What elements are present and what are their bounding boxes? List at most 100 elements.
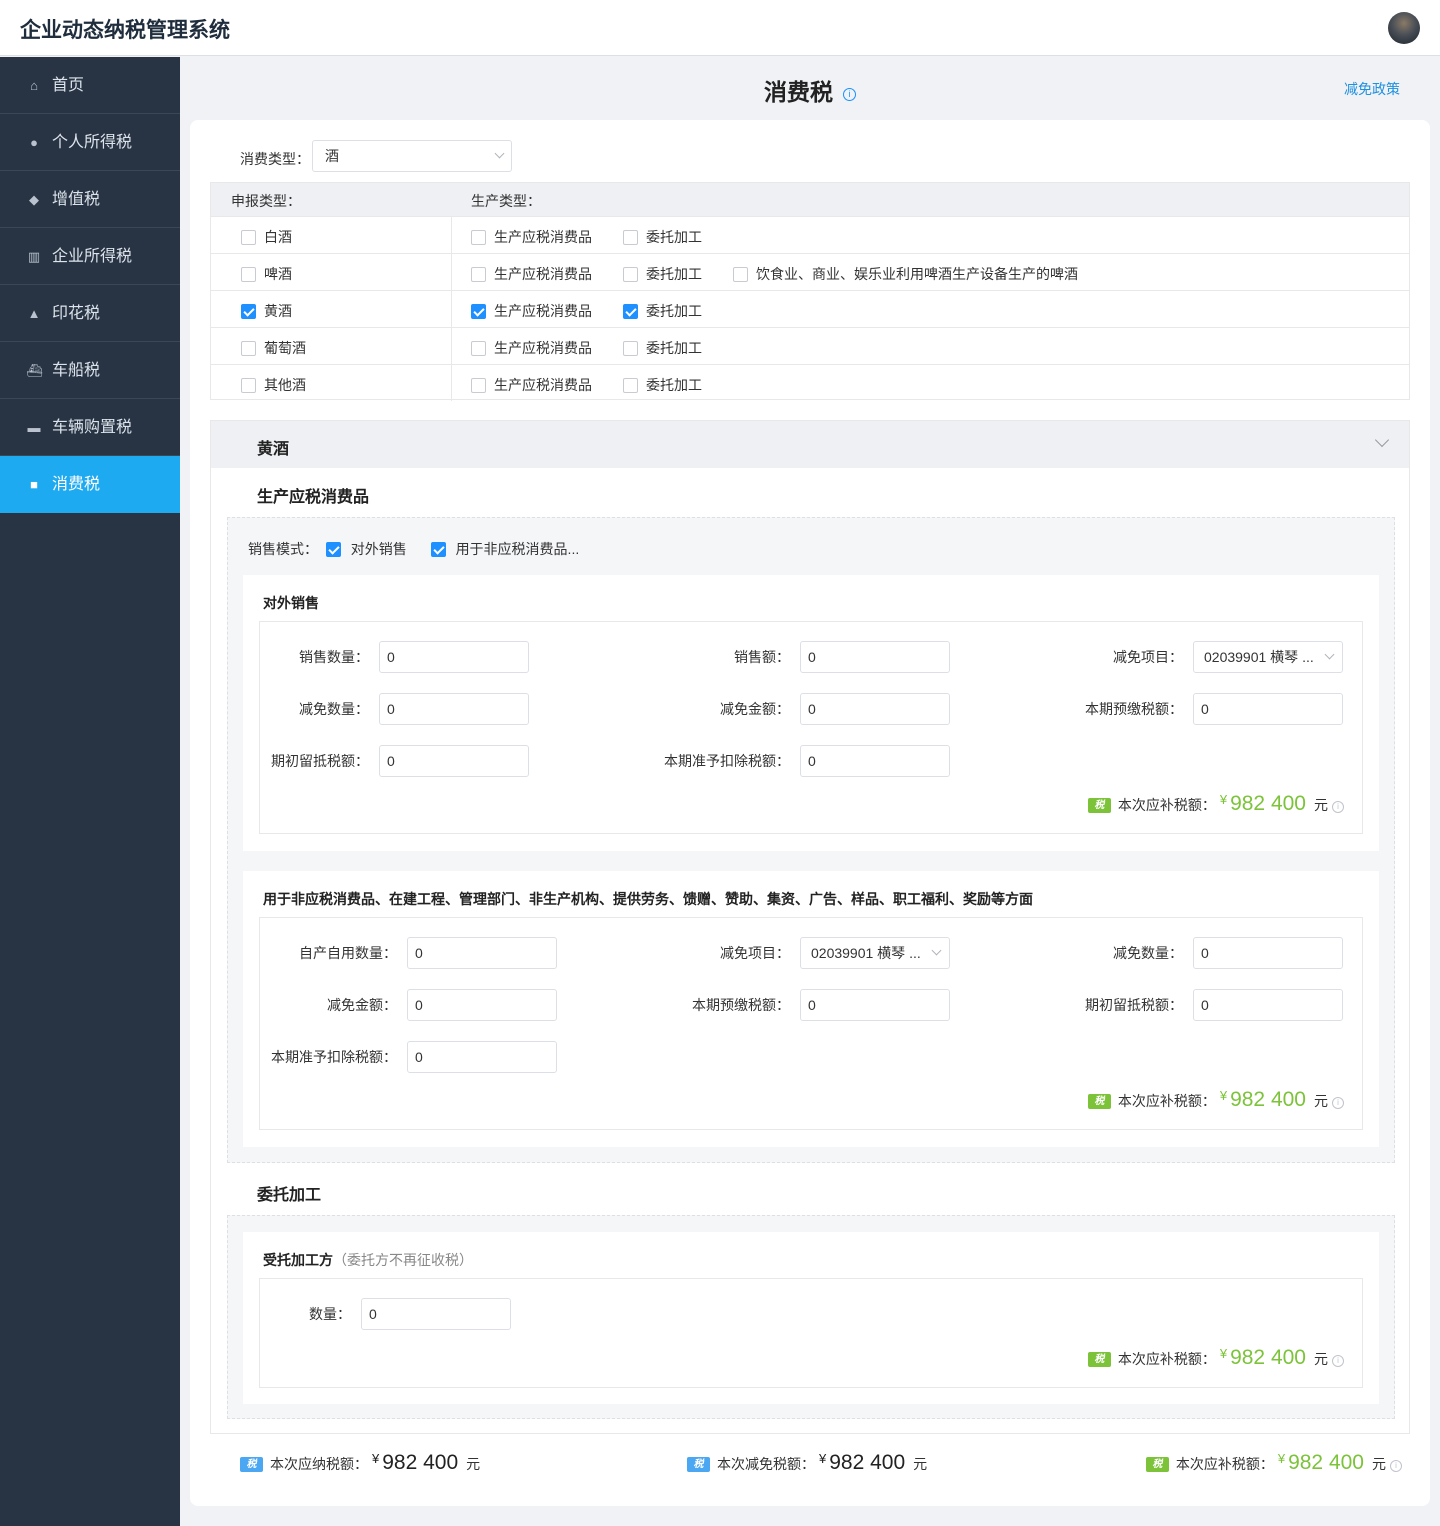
header-production-type: 生产类型： — [471, 193, 541, 209]
sidebar-item-label: 车辆购置税 — [52, 419, 133, 436]
result-unit: 元 — [1314, 1093, 1328, 1109]
production-type-checkbox[interactable] — [623, 304, 638, 319]
sales-amount-input[interactable] — [800, 641, 950, 673]
tax-badge-icon: 税 — [687, 1457, 710, 1472]
mode-external-checkbox[interactable] — [325, 542, 341, 557]
amount-value: 982 400 — [1230, 1088, 1306, 1111]
production-type-option[interactable]: 生产应税消费品 — [471, 301, 592, 321]
entrusted-box: 受托加工方（委托方不再征收税） 数量： 税本次应补税额：¥982 400 元i — [227, 1215, 1395, 1419]
consumption-type-select[interactable]: 酒 — [312, 140, 512, 172]
production-type-option[interactable]: 委托加工 — [623, 301, 702, 321]
info-icon[interactable]: i — [1332, 1097, 1344, 1109]
prepaid-input[interactable] — [800, 989, 950, 1021]
summary-label: 本次应纳税额： — [270, 1456, 368, 1472]
declaration-type-option[interactable]: 其他酒 — [241, 375, 306, 395]
user-icon: ● — [30, 135, 38, 150]
exempt-item-select[interactable]: 02039901 横琴 ... — [1193, 641, 1343, 673]
result-label: 本次应补税额： — [1117, 1351, 1216, 1367]
tax-badge-icon: 税 — [1087, 1352, 1111, 1367]
production-type-option[interactable]: 生产应税消费品 — [471, 375, 592, 395]
declaration-type-checkbox[interactable] — [241, 304, 256, 319]
currency-symbol: ¥ — [1219, 1088, 1228, 1103]
policy-link[interactable]: 减免政策 — [1344, 79, 1400, 99]
summary-label: 本次应补税额： — [1175, 1456, 1274, 1472]
production-type-checkbox[interactable] — [471, 230, 486, 245]
declaration-type-option[interactable]: 葡萄酒 — [241, 338, 306, 358]
opening-credit-input[interactable] — [379, 745, 529, 777]
table-header: 申报类型： 生产类型： — [211, 183, 1409, 216]
declaration-type-option[interactable]: 黄酒 — [241, 301, 292, 321]
sidebar-item-stamp-tax[interactable]: ▲ 印花税 — [0, 285, 180, 342]
wine-section-header[interactable]: 黄酒 — [211, 421, 1409, 468]
declaration-type-checkbox[interactable] — [241, 267, 256, 282]
production-type-label: 委托加工 — [646, 229, 702, 245]
exempt-amount-input[interactable] — [800, 693, 950, 725]
internal-result: 税本次应补税额： ¥982 400 元 i — [1087, 1088, 1344, 1118]
self-use-qty-input[interactable] — [407, 937, 557, 969]
consumption-type-value: 酒 — [325, 148, 339, 164]
table-row: 白酒 生产应税消费品 委托加工 — [211, 216, 1409, 253]
production-type-checkbox[interactable] — [471, 304, 486, 319]
production-type-option[interactable]: 委托加工 — [623, 264, 702, 284]
declaration-type-checkbox[interactable] — [241, 341, 256, 356]
declaration-type-checkbox[interactable] — [241, 378, 256, 393]
result-amount: ¥982 400 — [1220, 792, 1306, 815]
consumption-type-label: 消费类型： — [240, 151, 310, 167]
production-type-option[interactable]: 委托加工 — [623, 338, 702, 358]
production-type-checkbox[interactable] — [623, 267, 638, 282]
production-type-option[interactable]: 委托加工 — [623, 375, 702, 395]
mode-external-label: 对外销售 — [350, 541, 407, 557]
tax-badge-icon: 税 — [1087, 798, 1111, 813]
sidebar-item-vat[interactable]: ◆ 增值税 — [0, 171, 180, 228]
info-icon[interactable]: i — [1390, 1460, 1402, 1472]
exempt-qty-input[interactable] — [1193, 937, 1343, 969]
production-type-checkbox[interactable] — [471, 341, 486, 356]
deductible-input[interactable] — [407, 1041, 557, 1073]
prepaid-input[interactable] — [1193, 693, 1343, 725]
production-type-checkbox[interactable] — [471, 267, 486, 282]
entrusted-subtitle: 委托加工 — [257, 1187, 322, 1204]
sidebar-item-home[interactable]: ⌂ 首页 — [0, 57, 180, 114]
sidebar-item-vehicle-purchase-tax[interactable]: ▬ 车辆购置税 — [0, 399, 180, 456]
qty-input[interactable] — [361, 1298, 511, 1330]
opening-credit-input[interactable] — [1193, 989, 1343, 1021]
sidebar-item-consumption-tax[interactable]: ■ 消费税 — [0, 456, 180, 513]
mode-internal-label: 用于非应税消费品... — [455, 541, 580, 557]
production-type-checkbox[interactable] — [623, 378, 638, 393]
production-type-checkbox[interactable] — [471, 378, 486, 393]
sidebar-item-corporate-income-tax[interactable]: ▥ 企业所得税 — [0, 228, 180, 285]
summary-unit: 元 — [913, 1456, 928, 1472]
production-type-checkbox[interactable] — [733, 267, 748, 282]
sales-qty-input[interactable] — [379, 641, 529, 673]
sidebar-item-personal-income-tax[interactable]: ● 个人所得税 — [0, 114, 180, 171]
declaration-type-option[interactable]: 白酒 — [241, 227, 292, 247]
sidebar-item-vehicle-vessel-tax[interactable]: ⛴ 车船税 — [0, 342, 180, 399]
exempt-qty-input[interactable] — [379, 693, 529, 725]
info-icon[interactable]: i — [1332, 801, 1344, 813]
production-type-checkbox[interactable] — [623, 341, 638, 356]
production-type-option[interactable]: 生产应税消费品 — [471, 264, 592, 284]
exempt-item-value: 02039901 横琴 ... — [1204, 649, 1314, 665]
declaration-type-option[interactable]: 啤酒 — [241, 264, 292, 284]
production-type-checkbox[interactable] — [623, 230, 638, 245]
info-icon[interactable]: i — [1332, 1355, 1344, 1367]
exempt-item-value: 02039901 横琴 ... — [811, 945, 921, 961]
exempt-item-select[interactable]: 02039901 横琴 ... — [800, 937, 950, 969]
result-amount: ¥982 400 — [1220, 1346, 1306, 1369]
user-avatar[interactable] — [1388, 12, 1420, 44]
production-type-option[interactable]: 委托加工 — [623, 227, 702, 247]
info-icon[interactable]: i — [843, 88, 856, 101]
diamond-icon: ◆ — [29, 192, 39, 207]
exempt-amount-input[interactable] — [407, 989, 557, 1021]
mode-internal-checkbox[interactable] — [430, 542, 446, 557]
summary-label: 本次减免税额： — [717, 1456, 815, 1472]
result-unit: 元 — [1314, 797, 1328, 813]
production-type-option[interactable]: 生产应税消费品 — [471, 227, 592, 247]
entrusted-panel: 受托加工方（委托方不再征收税） 数量： 税本次应补税额：¥982 400 元i — [243, 1232, 1379, 1404]
opening-credit-label: 期初留抵税额： — [271, 753, 369, 769]
production-type-option[interactable]: 饮食业、商业、娱乐业利用啤酒生产设备生产的啤酒 — [733, 264, 1078, 284]
chevron-down-icon[interactable] — [1374, 432, 1390, 448]
production-type-option[interactable]: 生产应税消费品 — [471, 338, 592, 358]
declaration-type-checkbox[interactable] — [241, 230, 256, 245]
deductible-input[interactable] — [800, 745, 950, 777]
